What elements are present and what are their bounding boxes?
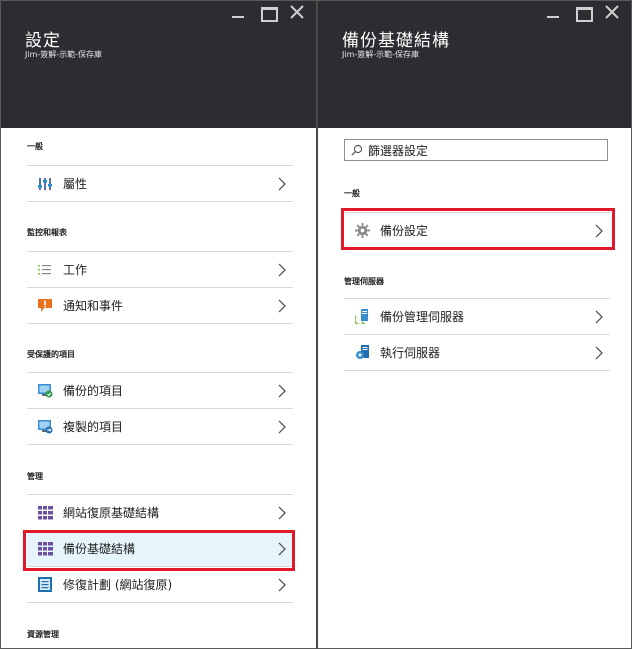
settings-item-label: 修復計劃 (網站復原)	[63, 578, 173, 592]
maximize-icon[interactable]	[260, 5, 278, 22]
alert-icon	[37, 298, 53, 314]
blade-subtitle: Jim-簽解-示範-保存庫	[25, 50, 103, 59]
settings-blade: 設定 Jim-簽解-示範-保存庫 一般 屬性 監控和報表 工作 通知和事件 受保…	[0, 0, 316, 649]
chevron-right-icon	[278, 506, 286, 520]
backup-management-servers-label: 備份管理伺服器	[380, 310, 465, 324]
chevron-right-icon	[278, 578, 286, 592]
chevron-right-icon	[278, 299, 286, 313]
maximize-icon[interactable]	[575, 5, 593, 22]
blade-header: 設定 Jim-簽解-示範-保存庫	[1, 1, 316, 128]
section-label-protected-items: 受保護的項目	[27, 350, 75, 359]
settings-item-label: 備份基礎結構	[63, 542, 136, 556]
gear-icon	[354, 223, 370, 239]
section-label-resource-management: 資源管理	[27, 630, 59, 639]
chevron-right-icon	[595, 224, 603, 238]
chevron-right-icon	[278, 263, 286, 277]
settings-item-backup-items[interactable]: 備份的項目	[27, 373, 293, 409]
chevron-right-icon	[278, 177, 286, 191]
chevron-right-icon	[278, 542, 286, 556]
recovery-plan-icon	[37, 577, 53, 593]
section-label-management-servers: 管理伺服器	[344, 277, 384, 286]
settings-item-properties[interactable]: 屬性	[27, 166, 293, 202]
backup-management-servers-item[interactable]: 備份管理伺服器	[344, 299, 610, 335]
filter-box[interactable]	[344, 139, 608, 161]
chevron-right-icon	[595, 346, 603, 360]
section-label-general: 一般	[27, 142, 43, 151]
section-label-manage: 管理	[27, 472, 43, 481]
section-label-monitoring: 監控和報表	[27, 228, 67, 237]
settings-item-site-recovery-infrastructure[interactable]: 網站復原基礎結構	[27, 495, 293, 531]
settings-item-label: 網站復原基礎結構	[63, 506, 160, 520]
settings-item-label: 工作	[63, 263, 88, 277]
backup-items-icon	[37, 383, 53, 399]
minimize-icon[interactable]	[230, 5, 246, 19]
backup-settings-item[interactable]: 備份設定	[344, 213, 610, 249]
backup-server-icon	[354, 309, 370, 325]
run-servers-label: 執行伺服器	[380, 346, 441, 360]
search-icon	[351, 144, 363, 156]
chevron-right-icon	[278, 420, 286, 434]
replicated-items-icon	[37, 419, 53, 435]
backup-infra-icon	[37, 541, 53, 557]
backup-infrastructure-blade: 備份基礎結構 Jim-簽解-示範-保存庫 一般	[316, 0, 632, 649]
settings-item-label: 複製的項目	[63, 420, 124, 434]
run-servers-item[interactable]: 執行伺服器	[344, 335, 610, 371]
jobs-icon	[37, 262, 53, 278]
close-icon[interactable]	[290, 5, 306, 19]
backup-settings-label: 備份設定	[380, 224, 429, 238]
blade-header: 備份基礎結構 Jim-簽解-示範-保存庫	[318, 1, 631, 128]
properties-icon	[37, 176, 53, 192]
settings-item-label: 備份的項目	[63, 384, 124, 398]
blade-subtitle: Jim-簽解-示範-保存庫	[342, 50, 420, 59]
section-label-general: 一般	[344, 189, 360, 198]
filter-input[interactable]	[368, 143, 588, 157]
settings-item-label: 通知和事件	[63, 299, 124, 313]
settings-item-alerts[interactable]: 通知和事件	[27, 288, 293, 324]
chevron-right-icon	[595, 310, 603, 324]
settings-item-replicated-items[interactable]: 複製的項目	[27, 409, 293, 445]
run-server-icon	[354, 345, 370, 361]
settings-item-backup-infrastructure[interactable]: 備份基礎結構	[27, 531, 293, 567]
settings-item-label: 屬性	[63, 177, 88, 191]
close-icon[interactable]	[605, 5, 621, 19]
chevron-right-icon	[278, 384, 286, 398]
blade-title: 設定	[25, 31, 61, 51]
settings-item-recovery-plans[interactable]: 修復計劃 (網站復原)	[27, 567, 293, 603]
site-recovery-infra-icon	[37, 505, 53, 521]
blade-title: 備份基礎結構	[342, 31, 450, 51]
settings-item-jobs[interactable]: 工作	[27, 252, 293, 288]
minimize-icon[interactable]	[545, 5, 561, 19]
